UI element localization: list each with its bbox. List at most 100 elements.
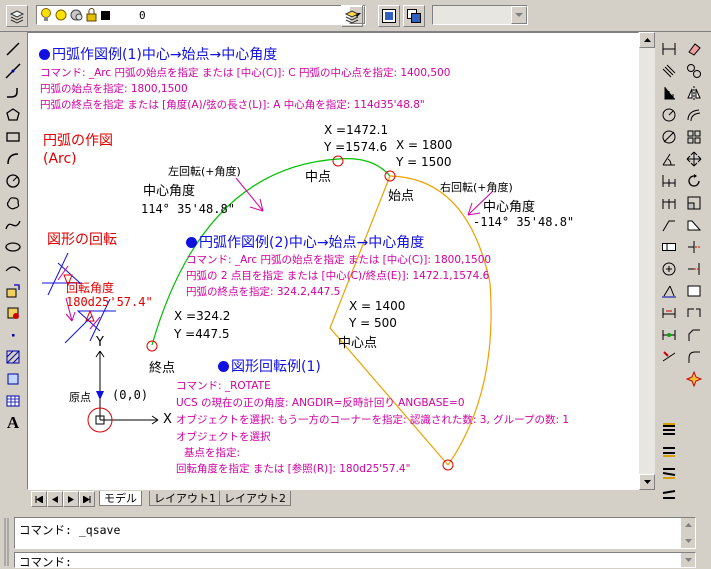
break-button[interactable] [683, 280, 705, 302]
polygon-button[interactable] [2, 104, 24, 126]
last-icon [83, 495, 91, 503]
continue-dimension-button[interactable] [658, 192, 680, 214]
properties-button-2[interactable] [658, 440, 680, 462]
section3-heading: 図形回転例(1) [218, 356, 321, 376]
section2-heading: 円弧作図例(2)中心→始点→中心角度 [186, 232, 424, 252]
make-object-layer-current-button[interactable] [341, 5, 363, 27]
rectangle-button[interactable] [2, 126, 24, 148]
layer-dropdown[interactable]: 0 [36, 5, 366, 25]
model-space-canvas[interactable]: 円弧作図例(1)中心→始点→中心角度 コマンド: _Arc 円弧の始点を指定 ま… [27, 32, 639, 490]
polyline-button[interactable] [2, 82, 24, 104]
viewport-icon [382, 9, 396, 23]
extend-button[interactable] [683, 258, 705, 280]
stretch-icon [687, 220, 702, 231]
explode-button[interactable] [683, 368, 705, 390]
aligned-dim-icon [662, 64, 676, 78]
radius-dimension-button[interactable] [658, 104, 680, 126]
table-button[interactable] [2, 390, 24, 412]
tab-model[interactable]: モデル [99, 491, 142, 506]
chamfer-button[interactable] [683, 324, 705, 346]
diameter-dimension-button[interactable] [658, 126, 680, 148]
make-block-button[interactable] [2, 302, 24, 324]
dimension-edit-button[interactable] [658, 280, 680, 302]
command-window-grip[interactable] [3, 518, 11, 566]
array-button[interactable] [683, 126, 705, 148]
scroll-up-button[interactable] [639, 32, 655, 48]
midpoint-marker [332, 155, 344, 167]
viewport-button[interactable] [378, 5, 400, 27]
spline-button[interactable] [2, 214, 24, 236]
angular-dimension-button[interactable] [658, 148, 680, 170]
point-button[interactable] [2, 324, 24, 346]
next-tab-button[interactable] [63, 491, 79, 507]
last-tab-button[interactable] [79, 491, 95, 507]
revision-cloud-button[interactable] [2, 192, 24, 214]
stretch-button[interactable] [683, 214, 705, 236]
properties-palette [658, 418, 682, 508]
multiline-text-button[interactable]: A [2, 412, 24, 434]
windows-icon [407, 9, 421, 23]
linetype-icon [663, 447, 675, 457]
quick-leader-button[interactable] [658, 214, 680, 236]
mirror-button[interactable] [683, 82, 705, 104]
scale-button[interactable] [683, 192, 705, 214]
cloud-icon [6, 197, 20, 210]
offset-button[interactable] [683, 104, 705, 126]
layer-manager-button[interactable] [6, 5, 28, 27]
tab-layout1[interactable]: レイアウト1 [149, 491, 221, 506]
command-input-scrollbar[interactable] [681, 553, 695, 567]
arrow-left-icon [52, 495, 58, 503]
command-history-scrollbar[interactable] [681, 518, 695, 548]
dimension-text-edit-button[interactable] [658, 302, 680, 324]
line-button[interactable] [2, 38, 24, 60]
properties-button-1[interactable] [658, 418, 680, 440]
copy-button[interactable] [683, 60, 705, 82]
rotate-angle-value: 180d25'57.4" [66, 295, 153, 309]
ordinate-dimension-button[interactable] [658, 82, 680, 104]
vertical-scrollbar[interactable] [639, 32, 655, 490]
rotate-button[interactable] [683, 170, 705, 192]
layer-properties-icon [663, 423, 675, 435]
dimension-palette [658, 38, 682, 398]
end-point-marker [146, 340, 158, 352]
region-button[interactable] [2, 368, 24, 390]
command-input[interactable]: コマンド: [14, 552, 696, 569]
properties-button-3[interactable] [658, 462, 680, 484]
first-tab-button[interactable] [31, 491, 47, 507]
hatch-button[interactable] [2, 346, 24, 368]
elliptical-arc-button[interactable] [2, 258, 24, 280]
viewport-scale-dropdown[interactable] [432, 5, 528, 25]
join-icon [687, 308, 701, 317]
circle-button[interactable] [2, 170, 24, 192]
dimension-style-button[interactable] [658, 346, 680, 368]
ellipse-button[interactable] [2, 236, 24, 258]
tab-layout2[interactable]: レイアウト2 [219, 491, 291, 506]
erase-button[interactable] [683, 38, 705, 60]
viewport-scale-arrow[interactable] [511, 6, 527, 24]
move-button[interactable] [683, 148, 705, 170]
arc-button[interactable] [2, 148, 24, 170]
insert-block-icon [6, 284, 20, 298]
dim-edit-icon [662, 285, 676, 298]
properties-button-4[interactable] [658, 484, 680, 506]
baseline-dimension-button[interactable] [658, 170, 680, 192]
center-mark-button[interactable] [658, 258, 680, 280]
insert-block-button[interactable] [2, 280, 24, 302]
trim-button[interactable] [683, 236, 705, 258]
fillet-button[interactable] [683, 346, 705, 368]
draw-palette: A [2, 38, 26, 432]
lineweight-icon [662, 468, 676, 479]
command-history[interactable]: コマンド: _qsave [14, 517, 696, 549]
dimension-update-button[interactable] [658, 324, 680, 346]
command-prompt: コマンド: [19, 555, 72, 569]
tolerance-button[interactable] [658, 236, 680, 258]
linear-dimension-button[interactable] [658, 38, 680, 60]
join-button[interactable] [683, 302, 705, 324]
prev-tab-button[interactable] [47, 491, 63, 507]
named-views-button[interactable] [403, 5, 425, 27]
scroll-down-button[interactable] [639, 474, 655, 490]
aligned-dimension-button[interactable] [658, 60, 680, 82]
construction-line-button[interactable] [2, 60, 24, 82]
rectangle-icon [6, 132, 20, 142]
xline-icon [5, 63, 21, 79]
